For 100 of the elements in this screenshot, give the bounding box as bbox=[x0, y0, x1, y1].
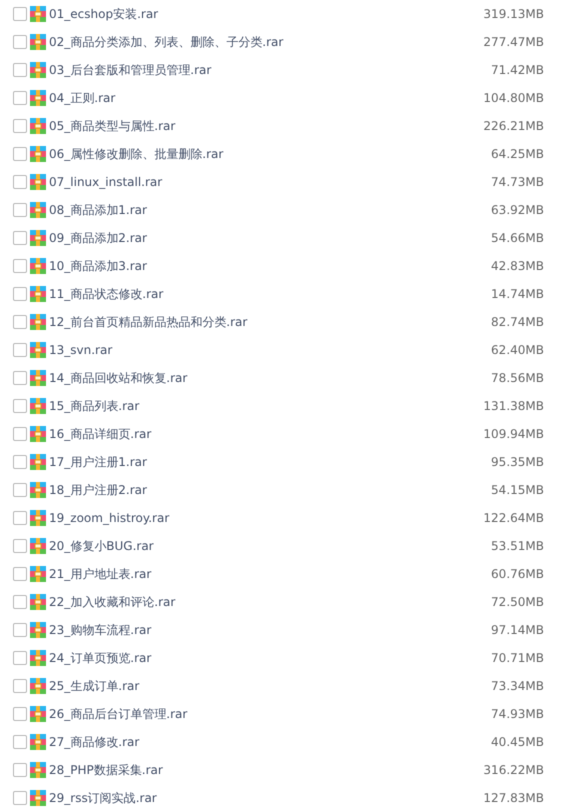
archive-icon bbox=[30, 230, 46, 246]
checkbox[interactable] bbox=[13, 539, 27, 553]
archive-icon bbox=[30, 678, 46, 694]
archive-icon bbox=[30, 650, 46, 666]
file-name[interactable]: 28_PHP数据采集.rar bbox=[49, 761, 434, 779]
checkbox[interactable] bbox=[13, 63, 27, 77]
file-name[interactable]: 02_商品分类添加、列表、删除、子分类.rar bbox=[49, 33, 434, 51]
file-name[interactable]: 24_订单页预览.rar bbox=[49, 649, 434, 667]
file-size: 40.45MB bbox=[490, 734, 545, 751]
file-size: 82.74MB bbox=[490, 314, 545, 331]
checkbox[interactable] bbox=[13, 91, 27, 105]
file-name[interactable]: 06_属性修改删除、批量删除.rar bbox=[49, 145, 434, 163]
archive-icon bbox=[30, 566, 46, 582]
checkbox[interactable] bbox=[13, 175, 27, 189]
file-name[interactable]: 26_商品后台订单管理.rar bbox=[49, 705, 434, 723]
checkbox[interactable] bbox=[13, 231, 27, 245]
file-name[interactable]: 05_商品类型与属性.rar bbox=[49, 117, 434, 135]
file-name[interactable]: 10_商品添加3.rar bbox=[49, 257, 434, 275]
checkbox[interactable] bbox=[13, 7, 27, 21]
checkbox[interactable] bbox=[13, 343, 27, 357]
checkbox[interactable] bbox=[13, 763, 27, 777]
archive-icon bbox=[30, 762, 46, 778]
file-size: 127.83MB bbox=[482, 790, 545, 807]
checkbox[interactable] bbox=[13, 399, 27, 413]
file-size: 73.34MB bbox=[490, 678, 545, 695]
file-name[interactable]: 19_zoom_histroy.rar bbox=[49, 509, 434, 527]
archive-icon bbox=[30, 622, 46, 638]
archive-icon bbox=[30, 34, 46, 50]
archive-icon bbox=[30, 706, 46, 722]
file-size: 226.21MB bbox=[482, 118, 545, 135]
file-name[interactable]: 14_商品回收站和恢复.rar bbox=[49, 369, 434, 387]
file-size: 316.22MB bbox=[482, 762, 545, 779]
archive-icon bbox=[30, 790, 46, 806]
archive-icon bbox=[30, 258, 46, 274]
checkbox[interactable] bbox=[13, 455, 27, 469]
file-name[interactable]: 03_后台套版和管理员管理.rar bbox=[49, 61, 434, 79]
file-name[interactable]: 01_ecshop安装.rar bbox=[49, 5, 434, 23]
checkbox[interactable] bbox=[13, 791, 27, 805]
file-size: 104.80MB bbox=[482, 90, 545, 107]
file-size: 319.13MB bbox=[482, 6, 545, 23]
file-size: 109.94MB bbox=[482, 426, 545, 443]
checkbox[interactable] bbox=[13, 735, 27, 749]
file-name[interactable]: 13_svn.rar bbox=[49, 341, 434, 359]
file-size: 74.73MB bbox=[490, 174, 545, 191]
file-name[interactable]: 17_用户注册1.rar bbox=[49, 453, 434, 471]
file-size: 63.92MB bbox=[490, 202, 545, 219]
archive-icon bbox=[30, 118, 46, 134]
checkbox[interactable] bbox=[13, 651, 27, 665]
checkbox[interactable] bbox=[13, 623, 27, 637]
archive-icon bbox=[30, 174, 46, 190]
checkbox[interactable] bbox=[13, 259, 27, 273]
file-name[interactable]: 22_加入收藏和评论.rar bbox=[49, 593, 434, 611]
file-size: 74.93MB bbox=[490, 706, 545, 723]
file-size: 277.47MB bbox=[482, 34, 545, 51]
checkbox[interactable] bbox=[13, 679, 27, 693]
archive-icon bbox=[30, 734, 46, 750]
checkbox[interactable] bbox=[13, 315, 27, 329]
file-name[interactable]: 27_商品修改.rar bbox=[49, 733, 434, 751]
archive-icon bbox=[30, 510, 46, 526]
checkbox[interactable] bbox=[13, 567, 27, 581]
file-name[interactable]: 04_正则.rar bbox=[49, 89, 434, 107]
checkbox[interactable] bbox=[13, 35, 27, 49]
checkbox[interactable] bbox=[13, 511, 27, 525]
checkbox[interactable] bbox=[13, 287, 27, 301]
file-name[interactable]: 11_商品状态修改.rar bbox=[49, 285, 434, 303]
archive-icon bbox=[30, 370, 46, 386]
file-name[interactable]: 08_商品添加1.rar bbox=[49, 201, 434, 219]
file-name[interactable]: 12_前台首页精品新品热品和分类.rar bbox=[49, 313, 434, 331]
file-name[interactable]: 21_用户地址表.rar bbox=[49, 565, 434, 583]
file-size: 60.76MB bbox=[490, 566, 545, 583]
file-name[interactable]: 15_商品列表.rar bbox=[49, 397, 434, 415]
archive-icon bbox=[30, 426, 46, 442]
file-size: 70.71MB bbox=[490, 650, 545, 667]
checkbox[interactable] bbox=[13, 371, 27, 385]
file-name[interactable]: 20_修复小BUG.rar bbox=[49, 537, 434, 555]
archive-icon bbox=[30, 594, 46, 610]
file-name[interactable]: 18_用户注册2.rar bbox=[49, 481, 434, 499]
checkbox[interactable] bbox=[13, 119, 27, 133]
file-size: 64.25MB bbox=[490, 146, 545, 163]
file-size: 42.83MB bbox=[490, 258, 545, 275]
checkbox[interactable] bbox=[13, 483, 27, 497]
checkbox[interactable] bbox=[13, 427, 27, 441]
file-size: 14.74MB bbox=[490, 286, 545, 303]
archive-icon bbox=[30, 62, 46, 78]
checkbox[interactable] bbox=[13, 707, 27, 721]
checkbox[interactable] bbox=[13, 203, 27, 217]
file-name[interactable]: 25_生成订单.rar bbox=[49, 677, 434, 695]
file-name[interactable]: 23_购物车流程.rar bbox=[49, 621, 434, 639]
archive-icon bbox=[30, 146, 46, 162]
file-size: 54.15MB bbox=[490, 482, 545, 499]
file-name[interactable]: 07_linux_install.rar bbox=[49, 173, 434, 191]
checkbox[interactable] bbox=[13, 147, 27, 161]
file-size: 71.42MB bbox=[490, 62, 545, 79]
file-size: 131.38MB bbox=[482, 398, 545, 415]
file-name[interactable]: 09_商品添加2.rar bbox=[49, 229, 434, 247]
file-name[interactable]: 16_商品详细页.rar bbox=[49, 425, 434, 443]
archive-icon bbox=[30, 538, 46, 554]
checkbox[interactable] bbox=[13, 595, 27, 609]
file-name[interactable]: 29_rss订阅实战.rar bbox=[49, 789, 434, 807]
archive-icon bbox=[30, 314, 46, 330]
